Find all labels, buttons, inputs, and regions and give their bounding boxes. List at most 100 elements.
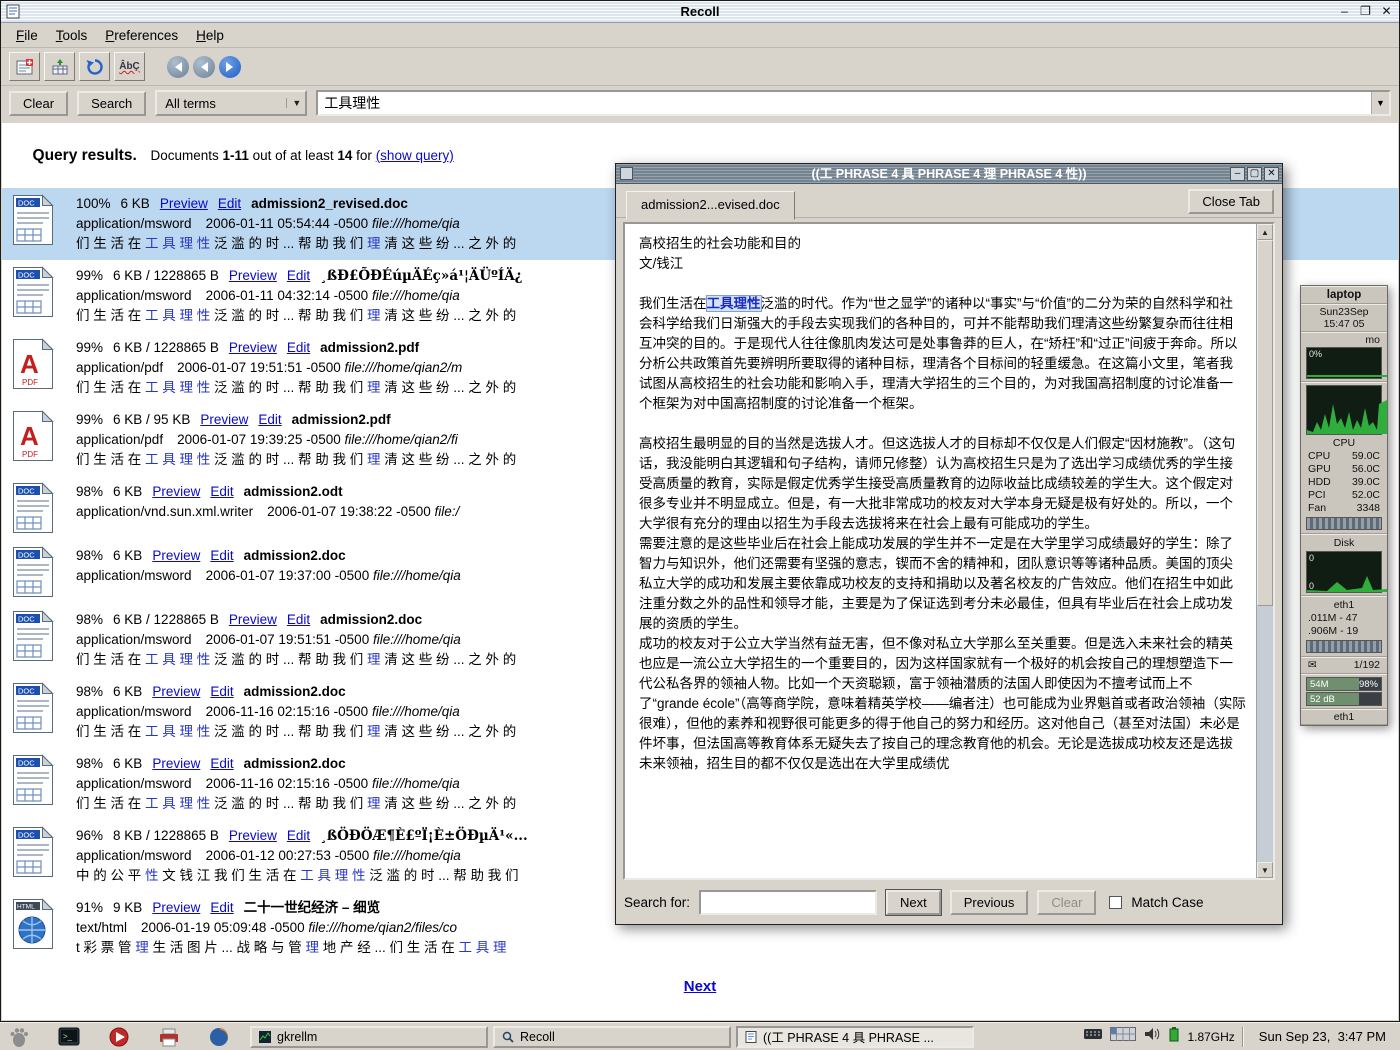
recoll-titlebar[interactable]: Recoll – ❐ ✕ <box>1 1 1399 23</box>
preview-link[interactable]: Preview <box>152 548 200 563</box>
preview-next-button[interactable]: Next <box>886 890 941 915</box>
preview-previous-button[interactable]: Previous <box>950 890 1029 915</box>
result-datetime: 2006-01-07 19:37:00 -0500 <box>206 568 370 583</box>
menu-preferences[interactable]: Preferences <box>96 25 187 46</box>
result-title: admission2.doc <box>244 684 346 699</box>
result-size: 6 KB <box>113 548 142 563</box>
result-title: admission2.pdf <box>320 340 419 355</box>
result-mimetype: text/html <box>76 920 127 935</box>
preview-tab[interactable]: admission2...evised.doc <box>626 191 795 220</box>
preview-text: 高校招生的社会功能和目的文/钱江我们生活在工具理性泛滥的时代。作为“世之显学”的… <box>625 224 1254 878</box>
preview-scrollbar[interactable]: ▲ ▼ <box>1256 224 1273 878</box>
search-row: Clear Search All terms ▼ ▼ <box>1 86 1399 120</box>
preview-clear-button[interactable]: Clear <box>1037 890 1096 915</box>
term-explorer-icon[interactable]: ÂbÇ <box>114 52 145 81</box>
load-chart: 0% <box>1306 347 1382 379</box>
nav-next-page-icon[interactable] <box>219 56 241 78</box>
preview-link[interactable]: Preview <box>152 900 200 915</box>
preview-link[interactable]: Preview <box>160 196 208 211</box>
edit-link[interactable]: Edit <box>210 548 233 563</box>
menu-file[interactable]: File <box>7 25 47 46</box>
taskbar-item-recoll[interactable]: Recoll <box>493 1026 731 1048</box>
result-title: ¸ßÖÐÖÆ¶È£ºÏ¡È±ÖÐµÄ¹«... <box>320 828 528 844</box>
cpu-frequency[interactable]: 1.87GHz <box>1187 1030 1234 1044</box>
preview-link[interactable]: Preview <box>152 484 200 499</box>
search-history-chevron-icon[interactable]: ▼ <box>1371 92 1389 114</box>
svg-text:DOC: DOC <box>18 759 35 768</box>
preview-titlebar[interactable]: ((工 PHRASE 4 具 PHRASE 4 理 PHRASE 4 性)) –… <box>616 164 1282 184</box>
clear-button[interactable]: Clear <box>9 91 68 116</box>
result-datetime: 2006-01-11 04:32:14 -0500 <box>206 288 369 303</box>
result-datetime: 2006-01-07 19:39:25 -0500 <box>177 432 341 447</box>
result-title: admission2.odt <box>244 484 343 499</box>
menu-help[interactable]: Help <box>187 25 233 46</box>
close-icon[interactable]: ✕ <box>1378 3 1395 20</box>
taskbar-item-gkrellm[interactable]: gkrellm <box>250 1026 488 1048</box>
match-case-checkbox[interactable] <box>1109 896 1122 909</box>
result-mimetype: application/pdf <box>76 432 163 447</box>
doc-icon: DOC <box>10 546 56 598</box>
preview-link[interactable]: Preview <box>229 268 277 283</box>
next-page-link[interactable]: Next <box>684 978 717 995</box>
sort-params-icon[interactable] <box>79 52 110 81</box>
result-title: admission2.doc <box>244 548 346 563</box>
workspace-pager-icon[interactable] <box>1110 1027 1136 1046</box>
nav-first-page-icon[interactable] <box>167 56 189 78</box>
gnome-foot-icon[interactable] <box>6 1025 32 1049</box>
maximize-icon[interactable]: ❐ <box>1357 3 1374 20</box>
media-player-icon[interactable] <box>106 1025 132 1049</box>
edit-link[interactable]: Edit <box>287 340 310 355</box>
taskbar-clock[interactable]: Sun Sep 23, 3:47 PM <box>1251 1029 1394 1044</box>
search-input[interactable] <box>318 95 1371 111</box>
edit-link[interactable]: Edit <box>210 900 233 915</box>
scroll-down-icon[interactable]: ▼ <box>1257 862 1273 878</box>
printer-icon[interactable] <box>156 1025 182 1049</box>
gkrellm-sensor-label: mo <box>1304 334 1384 346</box>
edit-link[interactable]: Edit <box>218 196 241 211</box>
preview-link[interactable]: Preview <box>229 828 277 843</box>
nav-previous-page-icon[interactable] <box>193 56 215 78</box>
doc-history-icon[interactable] <box>9 52 40 81</box>
scroll-up-icon[interactable]: ▲ <box>1257 224 1273 240</box>
search-button[interactable]: Search <box>77 91 146 116</box>
edit-link[interactable]: Edit <box>210 484 233 499</box>
firefox-icon[interactable] <box>206 1025 232 1049</box>
advanced-search-icon[interactable] <box>44 52 75 81</box>
terminal-icon[interactable]: >_ <box>56 1025 82 1049</box>
svg-text:PDF: PDF <box>22 450 38 459</box>
edit-link[interactable]: Edit <box>287 828 310 843</box>
preview-maximize-icon[interactable]: ▢ <box>1247 167 1262 181</box>
scrollbar-thumb[interactable] <box>1257 240 1273 606</box>
minimize-icon[interactable]: – <box>1336 3 1353 20</box>
edit-link[interactable]: Edit <box>287 268 310 283</box>
preview-link[interactable]: Preview <box>229 340 277 355</box>
preview-search-input[interactable] <box>699 890 877 915</box>
close-tab-button[interactable]: Close Tab <box>1188 189 1274 214</box>
preview-minimize-icon[interactable]: – <box>1230 167 1245 181</box>
edit-link[interactable]: Edit <box>258 412 281 427</box>
menu-bar: File Tools Preferences Help <box>1 23 1399 48</box>
edit-link[interactable]: Edit <box>210 756 233 771</box>
show-query-link[interactable]: (show query) <box>376 148 454 163</box>
preview-link[interactable]: Preview <box>152 756 200 771</box>
preview-link[interactable]: Preview <box>229 612 277 627</box>
result-datetime: 2006-01-19 05:09:48 -0500 <box>141 920 305 935</box>
result-title: admission2.doc <box>244 756 346 771</box>
edit-link[interactable]: Edit <box>210 684 233 699</box>
svg-text:PDF: PDF <box>22 378 38 387</box>
menu-tools[interactable]: Tools <box>47 25 97 46</box>
preview-link[interactable]: Preview <box>152 684 200 699</box>
taskbar-item-preview[interactable]: ((工 PHRASE 4 具 PHRASE ... <box>736 1026 974 1048</box>
preview-window-title: ((工 PHRASE 4 具 PHRASE 4 理 PHRASE 4 性)) <box>811 167 1086 181</box>
doc-icon: DOC <box>10 482 56 534</box>
gkrellm-net: eth1 .011M - 47 .906M - 19 <box>1301 596 1387 657</box>
battery-icon[interactable] <box>1168 1026 1180 1047</box>
result-title: admission2.pdf <box>292 412 391 427</box>
preview-link[interactable]: Preview <box>200 412 248 427</box>
result-size: 6 KB / 1228865 B <box>113 340 219 355</box>
preview-close-icon[interactable]: ✕ <box>1264 167 1279 181</box>
speaker-icon[interactable] <box>1143 1026 1161 1047</box>
search-mode-select[interactable]: All terms ▼ <box>155 90 307 116</box>
edit-link[interactable]: Edit <box>287 612 310 627</box>
keyboard-layout-icon[interactable] <box>1083 1027 1103 1046</box>
